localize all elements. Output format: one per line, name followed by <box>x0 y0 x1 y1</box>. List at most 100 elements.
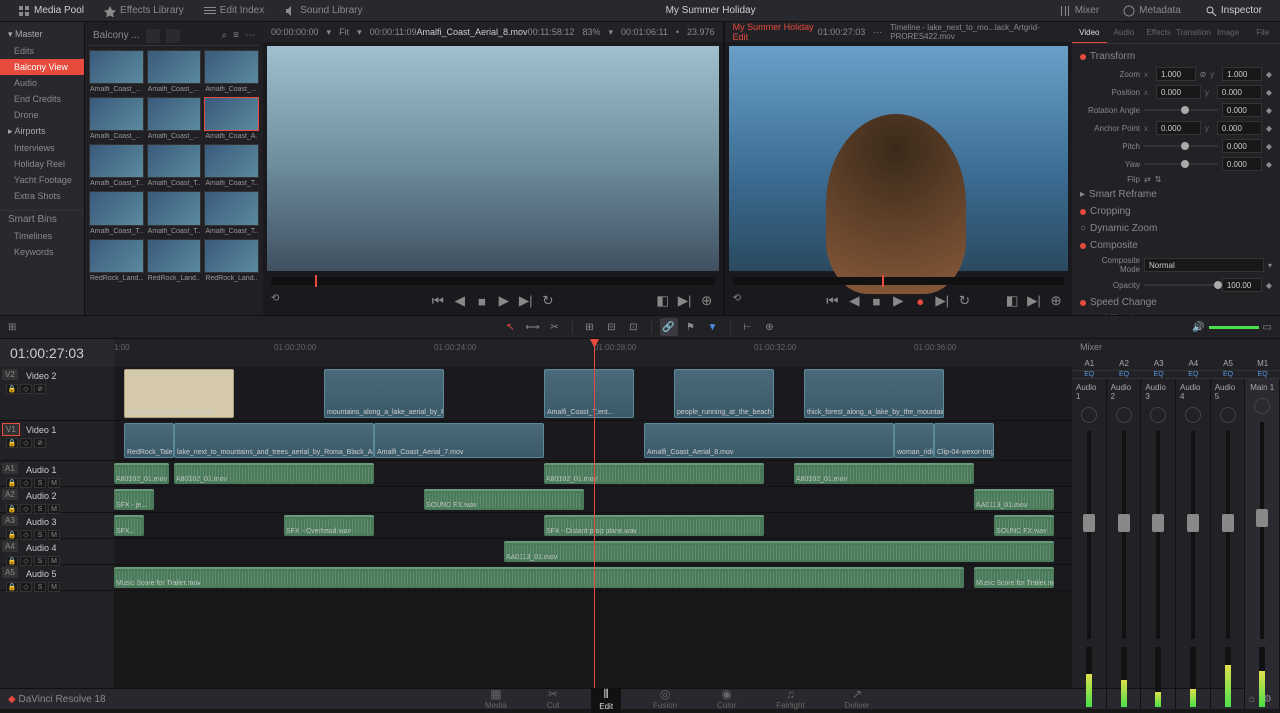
timeline[interactable]: 1:0001:00:20:0001:00:24:0001:00:28:0001:… <box>114 339 1072 688</box>
clip[interactable]: A80102_01.mov <box>174 463 374 484</box>
media-clip[interactable]: Amalfi_Coast_... <box>204 50 259 84</box>
bin-drone[interactable]: Drone <box>0 107 84 123</box>
mixer-ch[interactable]: A5 <box>1211 357 1246 370</box>
comp-mode[interactable]: Normal <box>1144 258 1264 272</box>
tl-rec-icon[interactable]: ● <box>912 293 928 309</box>
media-clip[interactable]: RedRock_Land... <box>89 239 144 273</box>
tl-monitor[interactable] <box>729 46 1068 271</box>
pitch-val[interactable]: 0.000 <box>1222 139 1262 153</box>
tl-scrubber[interactable] <box>733 277 1064 285</box>
tab-sound-library[interactable]: Sound Library <box>274 5 372 17</box>
zoom-y[interactable]: 1.000 <box>1222 67 1262 81</box>
mixer-strip[interactable]: Audio 5 <box>1211 379 1246 709</box>
media-clip[interactable]: Amalfi_Coast_T... <box>147 144 202 178</box>
tl-first-icon[interactable]: ⏮ <box>824 293 840 309</box>
trim-tool-icon[interactable]: ⟷ <box>524 318 542 336</box>
bin-name[interactable]: Balcony ... <box>93 30 140 41</box>
clip[interactable]: Amalfi_Coast_Aerial_7.mov <box>374 423 544 458</box>
src-next-icon[interactable]: ▶| <box>518 293 534 309</box>
sb-keywords[interactable]: Keywords <box>0 244 84 260</box>
clip[interactable]: Music Score for Trailer.mov <box>114 567 964 588</box>
zoom-x[interactable]: 1.000 <box>1156 67 1196 81</box>
tl-options-icon[interactable]: ⋯ <box>873 27 882 38</box>
snap-icon[interactable]: ⊢ <box>739 318 757 336</box>
clip[interactable]: Clip-04-wexor-tmg... <box>934 423 994 458</box>
track-v2-header[interactable]: V2Video 2🔒◇⊘ <box>0 367 114 421</box>
volume-slider[interactable] <box>1209 326 1259 329</box>
clip[interactable]: A80102_01.mov <box>794 463 974 484</box>
src-append-icon[interactable]: ⊕ <box>699 293 715 309</box>
insp-tab-effects[interactable]: Effects <box>1141 22 1176 43</box>
track-a1-header[interactable]: A1Audio 1🔒◇SM <box>0 461 114 487</box>
master-bin[interactable]: ▾ Master <box>0 26 84 43</box>
mixer-ch[interactable]: M1 <box>1245 357 1280 370</box>
track-a2-header[interactable]: A2Audio 2🔒◇SM <box>0 487 114 513</box>
tab-media-pool[interactable]: Media Pool <box>8 5 94 17</box>
insert-icon[interactable]: ⊞ <box>581 318 599 336</box>
v1-lock-icon[interactable]: 🔒 <box>6 438 18 448</box>
pitch-slider[interactable] <box>1144 145 1218 147</box>
sec-smart-reframe[interactable]: ▸Smart Reframe <box>1080 186 1272 203</box>
view-thumb-icon[interactable] <box>166 29 180 43</box>
options-icon[interactable]: ⋯ <box>245 30 255 41</box>
mixer-strip[interactable]: Audio 4 <box>1176 379 1211 709</box>
clip[interactable]: mountains_along_a_lake_aerial_by_Roma... <box>324 369 444 418</box>
clip[interactable]: SFX - Distant prop plane.wav <box>544 515 764 536</box>
media-clip[interactable]: Amalfi_Coast_A... <box>204 97 259 131</box>
tl-loop-icon[interactable]: ↻ <box>956 293 972 309</box>
media-clip[interactable]: Amalfi_Coast_... <box>147 97 202 131</box>
clip[interactable]: RedRock_Talent_3... <box>124 423 174 458</box>
link-icon[interactable]: 🔗 <box>660 318 678 336</box>
opacity-slider[interactable] <box>1144 284 1218 286</box>
track-a4-header[interactable]: A4Audio 4🔒◇SM <box>0 539 114 565</box>
bin-extra-shots[interactable]: Extra Shots <box>0 188 84 204</box>
tl-match-icon[interactable]: ⟲ <box>733 293 749 309</box>
clip[interactable]: Amalfi_Coast_T,ent... <box>544 369 634 418</box>
src-zoom[interactable]: 83% <box>582 27 600 37</box>
src-monitor[interactable] <box>267 46 719 271</box>
sb-timelines[interactable]: Timelines <box>0 228 84 244</box>
mixer-ch[interactable]: A4 <box>1176 357 1211 370</box>
sort-icon[interactable]: ≡ <box>233 30 239 41</box>
mixer-strip[interactable]: Main 1 <box>1245 379 1280 709</box>
tl-next-icon[interactable]: ▶| <box>934 293 950 309</box>
flip-h-icon[interactable]: ⇄ <box>1144 175 1151 184</box>
anchor-y[interactable]: 0.000 <box>1217 121 1262 135</box>
clip[interactable]: A80102_01.mov <box>114 463 169 484</box>
tl-view-icon[interactable]: ⊞ <box>8 322 16 333</box>
mixer-ch[interactable]: A3 <box>1141 357 1176 370</box>
media-clip[interactable]: RedRock_Land... <box>204 239 259 273</box>
src-scrubber[interactable] <box>271 277 715 285</box>
src-stop-icon[interactable]: ■ <box>474 293 490 309</box>
track-a4[interactable]: AA0113_01.mov <box>114 539 1072 565</box>
home-icon[interactable]: ⌂ <box>1249 694 1255 705</box>
mixer-strip[interactable]: Audio 3 <box>1141 379 1176 709</box>
clip[interactable]: Lower 3rd Simple Underline <box>124 369 234 418</box>
rot-val[interactable]: 0.000 <box>1222 103 1262 117</box>
track-v2[interactable]: Lower 3rd Simple Underline mountains_alon… <box>114 367 1072 421</box>
bin-yacht-footage[interactable]: Yacht Footage <box>0 172 84 188</box>
clip[interactable]: SFX - je... <box>114 489 154 510</box>
media-clip[interactable]: Amalfi_Coast_T... <box>147 191 202 225</box>
clip[interactable]: AA0113_01.mov <box>974 489 1054 510</box>
media-clip[interactable]: Amalfi_Coast_T... <box>89 144 144 178</box>
clip[interactable]: SFX - Overhead.wav <box>284 515 374 536</box>
track-v1-header[interactable]: V1Video 1🔒◇⊘ <box>0 421 114 461</box>
media-clip[interactable]: Amalfi_Coast_T... <box>89 191 144 225</box>
tl-overwrite-icon[interactable]: ▶| <box>1026 293 1042 309</box>
mixer-strip[interactable]: Audio 2 <box>1107 379 1142 709</box>
src-play-icon[interactable]: ▶ <box>496 293 512 309</box>
mixer-ch[interactable]: A1 <box>1072 357 1107 370</box>
tl-stop-icon[interactable]: ■ <box>868 293 884 309</box>
clip[interactable]: Music Score for Trailer.mov <box>974 567 1054 588</box>
bin-edits[interactable]: Edits <box>0 43 84 59</box>
playhead[interactable] <box>594 339 595 688</box>
link-icon[interactable]: ⊘ <box>1200 70 1207 79</box>
sec-cropping[interactable]: Cropping <box>1080 203 1272 220</box>
media-clip[interactable]: RedRock_Land... <box>147 239 202 273</box>
clip[interactable]: SFX... <box>114 515 144 536</box>
tl-append-icon[interactable]: ⊕ <box>1048 293 1064 309</box>
v2-lock-icon[interactable]: 🔒 <box>6 384 18 394</box>
v2-disable[interactable]: ⊘ <box>34 384 46 394</box>
media-clip[interactable]: Amalfi_Coast_T... <box>204 144 259 178</box>
